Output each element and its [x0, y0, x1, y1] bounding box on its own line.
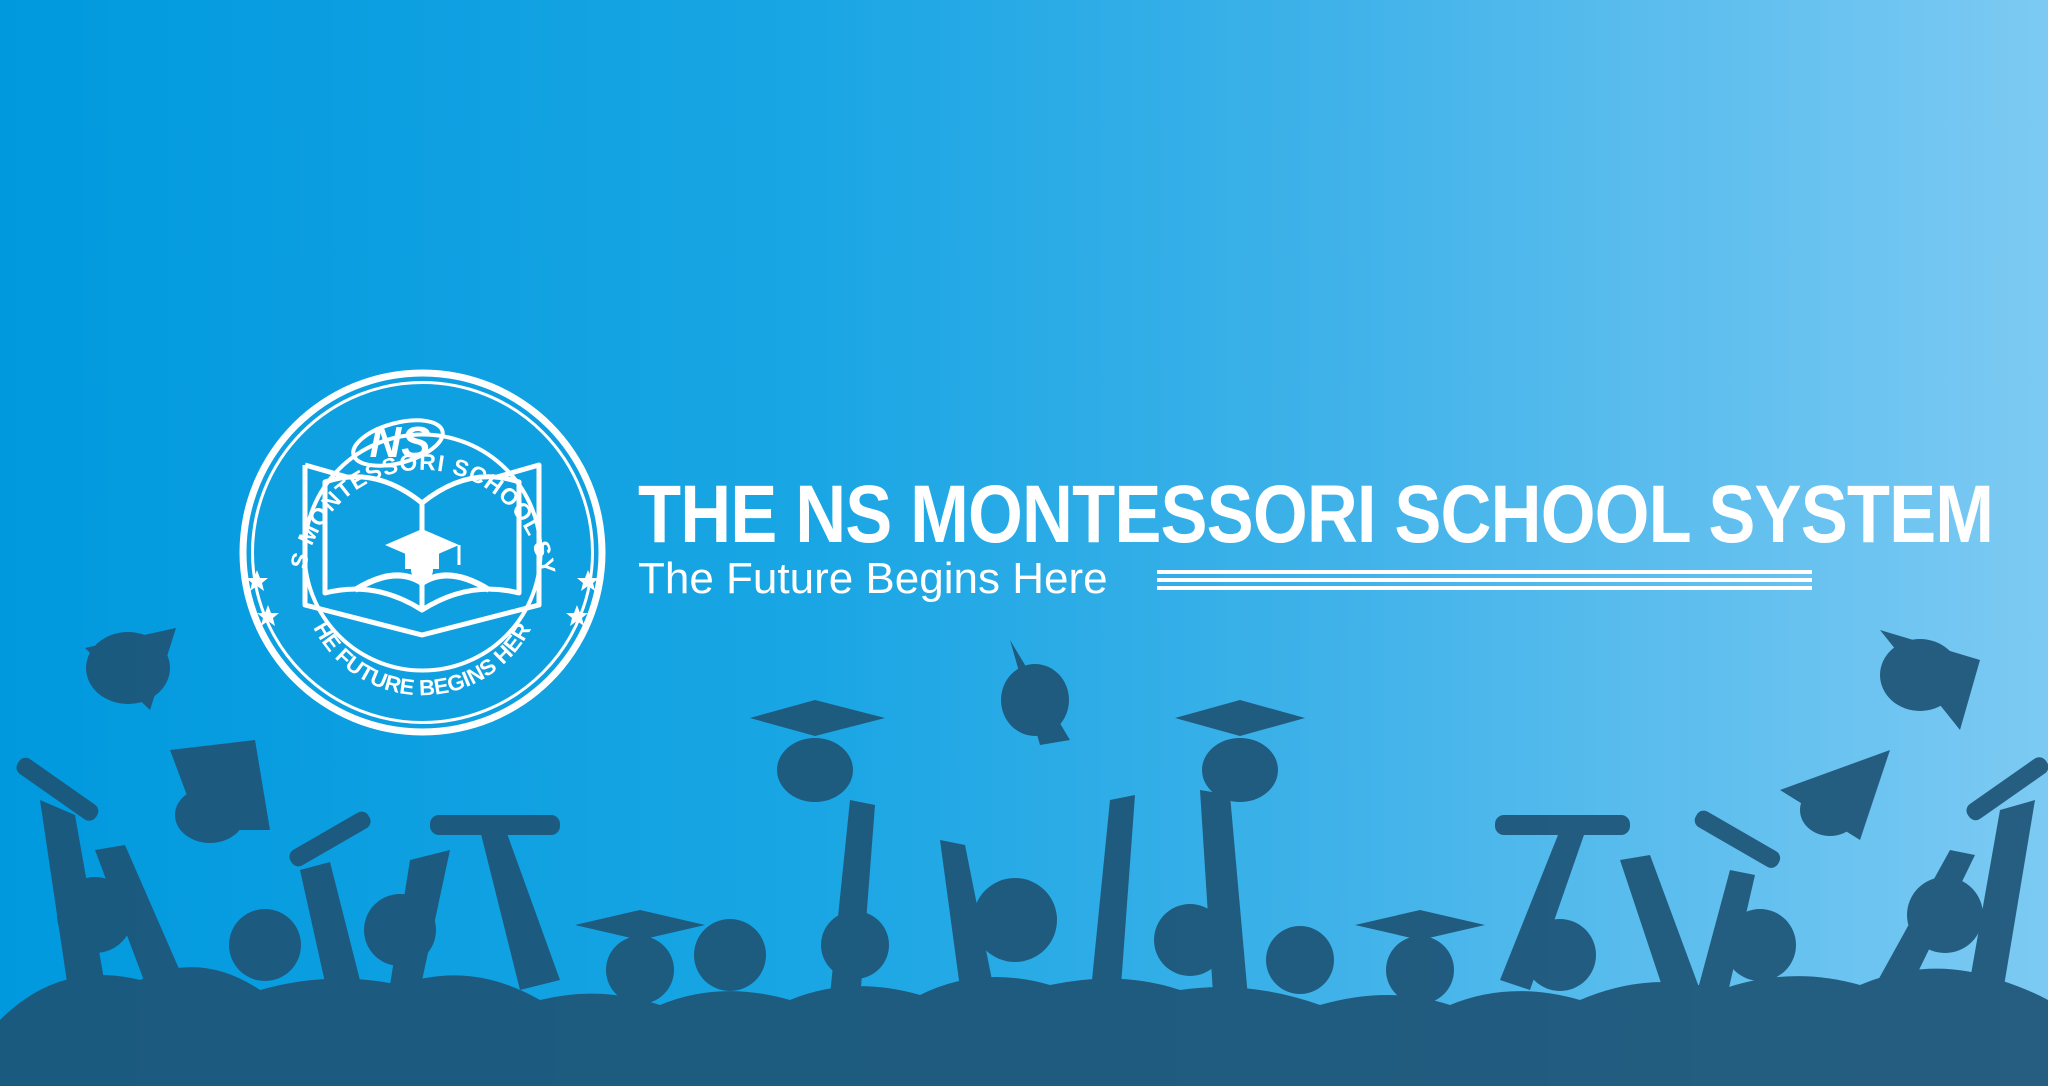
tossed-cap-icon	[1880, 630, 1980, 730]
mortarboard-icon	[1355, 910, 1485, 940]
tossed-cap-icon	[1780, 750, 1890, 840]
mortarboard-icon	[1175, 700, 1305, 802]
school-tagline: The Future Begins Here	[638, 554, 1108, 603]
tagline-decorative-lines	[1157, 570, 1812, 598]
tossed-cap-icon	[85, 628, 176, 710]
tossed-cap-icon	[1001, 640, 1070, 745]
graduation-banner: THE NS MONTESSORI SCHOOL SYSTEM THE FUTU…	[0, 0, 2048, 1086]
school-name-title: THE NS MONTESSORI SCHOOL SYSTEM	[638, 469, 1994, 560]
mortarboard-icon	[750, 700, 885, 802]
svg-text:NS: NS	[369, 418, 430, 467]
tossed-cap-icon	[170, 740, 270, 843]
graduates-silhouette	[0, 628, 2048, 1086]
mortarboard-icon	[575, 910, 705, 940]
